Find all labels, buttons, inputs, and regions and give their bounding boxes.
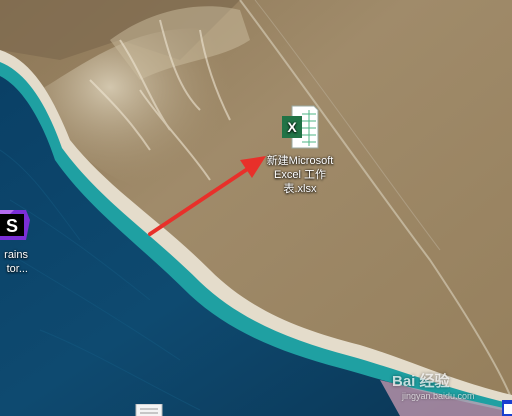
watermark-logo: Bai 经验 xyxy=(392,373,450,390)
svg-text:S: S xyxy=(6,216,18,236)
app-icon[interactable] xyxy=(500,396,512,416)
desktop-wallpaper xyxy=(0,0,512,416)
watermark-url: jingyan.baidu.com xyxy=(402,391,475,401)
jetbrains-toolbox-icon: S xyxy=(0,210,30,240)
desktop-icon-label: rains tor... xyxy=(4,249,28,275)
desktop-icon-excel-file[interactable]: X 新建Microsoft Excel 工作表.xlsx xyxy=(264,104,336,196)
desktop-icon-jetbrains-toolbox[interactable]: S rains tor... xyxy=(0,206,32,276)
svg-text:X: X xyxy=(287,119,297,135)
excel-file-icon: X xyxy=(282,105,319,149)
desktop-icon-label: 新建Microsoft Excel 工作表.xlsx xyxy=(266,155,334,195)
document-icon[interactable] xyxy=(134,404,166,416)
desktop[interactable]: X 新建Microsoft Excel 工作表.xlsx S rains tor.… xyxy=(0,0,512,416)
